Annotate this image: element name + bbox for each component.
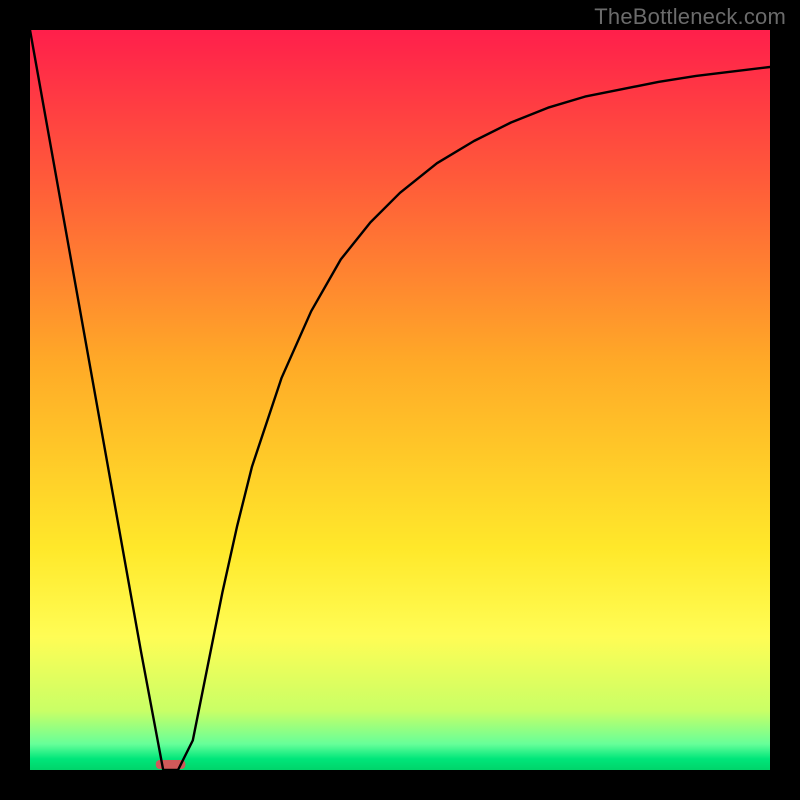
chart-frame: TheBottleneck.com <box>0 0 800 800</box>
watermark-text: TheBottleneck.com <box>594 4 786 30</box>
plot-area <box>30 30 770 770</box>
heat-gradient <box>30 30 770 770</box>
bottleneck-chart <box>30 30 770 770</box>
